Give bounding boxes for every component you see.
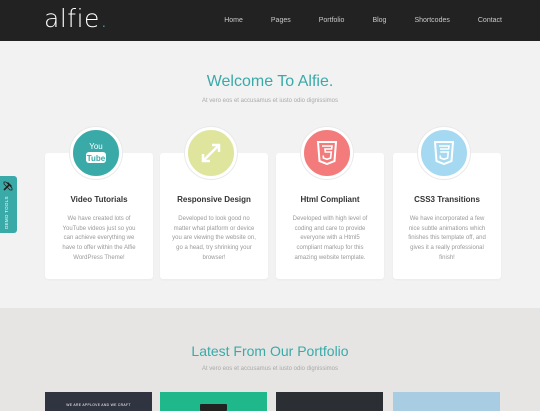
feature-text: We have incorporated a few nice subtle a… [408, 216, 486, 261]
portfolio-section: Latest From Our Portfolio At vero eos et… [0, 308, 540, 411]
brand-dot: . [99, 4, 109, 33]
portfolio-subtitle: At vero eos et accusamus et iusto odio d… [201, 366, 339, 372]
html5-icon [301, 127, 353, 179]
nav-item-shortcodes[interactable]: Shortcodes [414, 17, 449, 24]
portfolio-thumb[interactable] [393, 392, 500, 411]
feature-card-responsive: Responsive Design Developed to look good… [160, 127, 268, 279]
brand-logo[interactable]: alfie. [44, 4, 108, 33]
feature-card-html: Html Compliant Developed with high level… [276, 127, 384, 279]
nav-item-pages[interactable]: Pages [271, 17, 291, 24]
feature-title: CSS3 Transitions [414, 195, 480, 204]
portfolio-thumb[interactable] [276, 392, 383, 411]
feature-card-video: You Tube Video Tutorials We have created… [45, 127, 153, 279]
welcome-section: Welcome To Alfie. At vero eos et accusam… [0, 41, 540, 308]
nav-item-home[interactable]: Home [224, 17, 243, 24]
feature-title: Responsive Design [177, 195, 251, 204]
nav-item-portfolio[interactable]: Portfolio [319, 17, 345, 24]
css3-icon [418, 127, 470, 179]
portfolio-thumb-caption: WE ARE APPLOVE AND WE CRAFT [66, 403, 131, 407]
expand-arrows-icon [185, 127, 237, 179]
main-nav: Home Pages Portfolio Blog Shortcodes Con… [224, 0, 502, 41]
nav-item-blog[interactable]: Blog [372, 17, 386, 24]
feature-title: Video Tutorials [70, 195, 128, 204]
youtube-icon-text-bottom: Tube [87, 154, 106, 163]
brand-name: alfie [44, 4, 100, 33]
portfolio-thumb[interactable] [160, 392, 267, 411]
feature-card-css3: CSS3 Transitions We have incorporated a … [393, 127, 501, 279]
feature-text: Developed with high level of coding and … [292, 216, 368, 261]
nav-item-contact[interactable]: Contact [478, 17, 502, 24]
portfolio-thumb[interactable]: WE ARE APPLOVE AND WE CRAFT [45, 392, 152, 411]
youtube-icon: You Tube [70, 127, 122, 179]
portfolio-title: Latest From Our Portfolio [191, 343, 349, 359]
demo-tools-label: DEMO TOOLS [4, 196, 9, 229]
top-navbar: alfie. Home Pages Portfolio Blog Shortco… [0, 0, 540, 41]
feature-text: Developed to look good no matter what pl… [172, 216, 256, 261]
device-mockup [200, 404, 227, 411]
youtube-icon-text-top: You [89, 142, 103, 151]
feature-title: Html Compliant [300, 195, 360, 204]
welcome-subtitle: At vero eos et accusamus et iusto odio d… [201, 98, 339, 104]
tools-icon [3, 181, 13, 191]
demo-tools-tab[interactable]: DEMO TOOLS [0, 176, 17, 233]
feature-text: We have created lots of YouTube videos j… [62, 216, 136, 261]
welcome-title: Welcome To Alfie. [206, 73, 334, 90]
